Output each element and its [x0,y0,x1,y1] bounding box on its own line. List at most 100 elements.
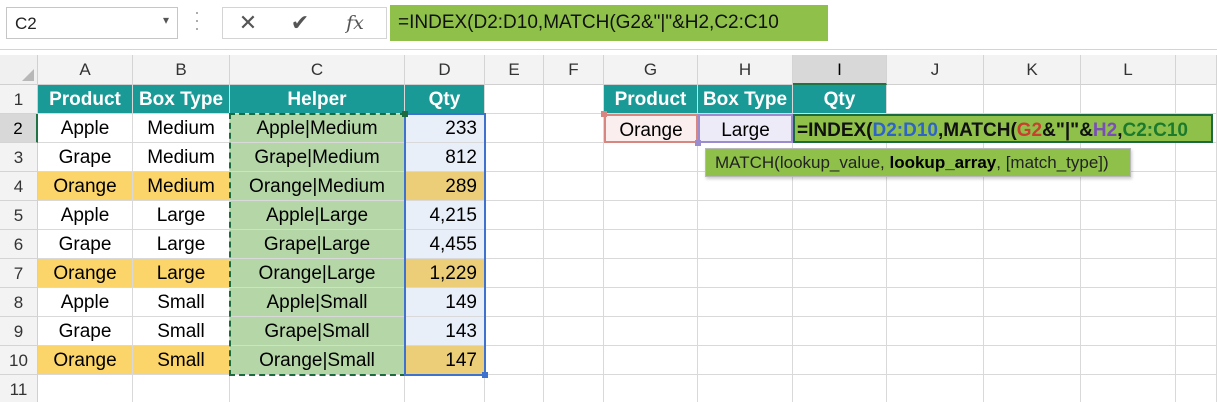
cell[interactable] [604,230,698,259]
helper-cell[interactable]: Apple|Large [230,201,405,230]
cell[interactable] [544,201,604,230]
cell[interactable] [887,375,984,402]
cell[interactable] [485,201,544,230]
cell[interactable] [485,375,544,402]
product-ref-handle[interactable] [601,111,607,117]
cell[interactable] [1176,143,1217,172]
row-header-1[interactable]: 1 [0,85,38,114]
column-header-l[interactable]: L [1081,55,1176,85]
cell[interactable] [793,375,887,402]
cell[interactable] [485,172,544,201]
product-cell[interactable]: Orange [38,172,133,201]
helper-cell[interactable]: Grape|Small [230,317,405,346]
drag-handle-icon[interactable]: · · · [194,3,200,37]
cell[interactable] [698,230,793,259]
cell[interactable] [604,288,698,317]
table-header-box-type[interactable]: Box Type [133,85,230,114]
cell[interactable] [604,201,698,230]
column-header-a[interactable]: A [38,55,133,85]
cell[interactable] [485,259,544,288]
cell[interactable] [1081,346,1176,375]
spreadsheet-grid[interactable]: A B C D E F G H I J K L 1 2 3 4 5 6 7 8 9 10 11 Product Box Type… [0,55,1217,402]
qty-range-handle[interactable] [482,372,488,378]
cell[interactable] [544,172,604,201]
cell[interactable] [984,259,1081,288]
cell[interactable] [485,143,544,172]
qty-cell[interactable]: 143 [405,317,485,346]
cell[interactable] [984,201,1081,230]
cell[interactable] [698,346,793,375]
column-header-c[interactable]: C [230,55,405,85]
qty-cell[interactable]: 4,455 [405,230,485,259]
helper-cell[interactable]: Orange|Large [230,259,405,288]
column-header-b[interactable]: B [133,55,230,85]
cell[interactable] [984,346,1081,375]
row-header-8[interactable]: 8 [0,288,38,317]
product-cell[interactable]: Apple [38,114,133,143]
column-header-j[interactable]: J [887,55,984,85]
qty-cell[interactable]: 4,215 [405,201,485,230]
cell[interactable] [887,201,984,230]
cell[interactable] [1176,85,1217,114]
cell[interactable] [887,288,984,317]
box-type-cell[interactable]: Medium [133,143,230,172]
cell[interactable] [1081,375,1176,402]
box-type-cell[interactable]: Large [133,201,230,230]
product-cell[interactable]: Apple [38,288,133,317]
cell[interactable] [544,288,604,317]
cell[interactable] [698,259,793,288]
cell[interactable] [793,230,887,259]
box-type-cell[interactable]: Large [133,230,230,259]
qty-cell[interactable]: 149 [405,288,485,317]
cell[interactable] [1176,259,1217,288]
cell[interactable] [485,346,544,375]
cell[interactable] [1176,230,1217,259]
box-ref-handle[interactable] [695,140,701,146]
product-cell[interactable]: Grape [38,143,133,172]
cell[interactable] [698,201,793,230]
cell[interactable] [604,259,698,288]
cell[interactable] [604,172,698,201]
column-header-h[interactable]: H [698,55,793,85]
product-cell[interactable]: Grape [38,230,133,259]
cell[interactable] [1176,172,1217,201]
cell[interactable] [405,375,485,402]
cell[interactable] [604,143,698,172]
row-header-9[interactable]: 9 [0,317,38,346]
cell[interactable] [793,288,887,317]
cell[interactable] [984,230,1081,259]
column-header-g[interactable]: G [604,55,698,85]
product-cell[interactable]: Grape [38,317,133,346]
table-header-helper[interactable]: Helper [230,85,405,114]
box-type-cell[interactable]: Medium [133,172,230,201]
cell[interactable] [793,346,887,375]
qty-cell[interactable]: 233 [405,114,485,143]
box-type-cell[interactable]: Medium [133,114,230,143]
helper-cell[interactable]: Orange|Medium [230,172,405,201]
row-header-10[interactable]: 10 [0,346,38,375]
check-icon[interactable]: ✔ [280,8,320,38]
select-all-button[interactable] [0,55,38,85]
formula-input[interactable]: =INDEX(D2:D10,MATCH(G2&"|"&H2,C2:C10 [390,5,828,41]
cell[interactable] [544,317,604,346]
qty-cell[interactable]: 289 [405,172,485,201]
cell[interactable] [793,259,887,288]
cell[interactable] [793,317,887,346]
cell[interactable] [544,85,604,114]
box-type-cell[interactable]: Small [133,317,230,346]
cell[interactable] [544,375,604,402]
lookup-header-box-type[interactable]: Box Type [698,85,793,114]
cell[interactable] [1081,317,1176,346]
box-type-cell[interactable]: Small [133,288,230,317]
cell[interactable] [604,375,698,402]
lookup-product-cell[interactable]: Orange [604,114,698,143]
table-header-qty[interactable]: Qty [405,85,485,114]
cell[interactable] [1176,317,1217,346]
name-box[interactable]: C2 ▾ [6,7,178,39]
cell[interactable] [230,375,405,402]
helper-range-handle[interactable] [402,111,408,117]
row-header-3[interactable]: 3 [0,143,38,172]
cell[interactable] [887,346,984,375]
cell[interactable] [887,317,984,346]
cell[interactable] [544,259,604,288]
